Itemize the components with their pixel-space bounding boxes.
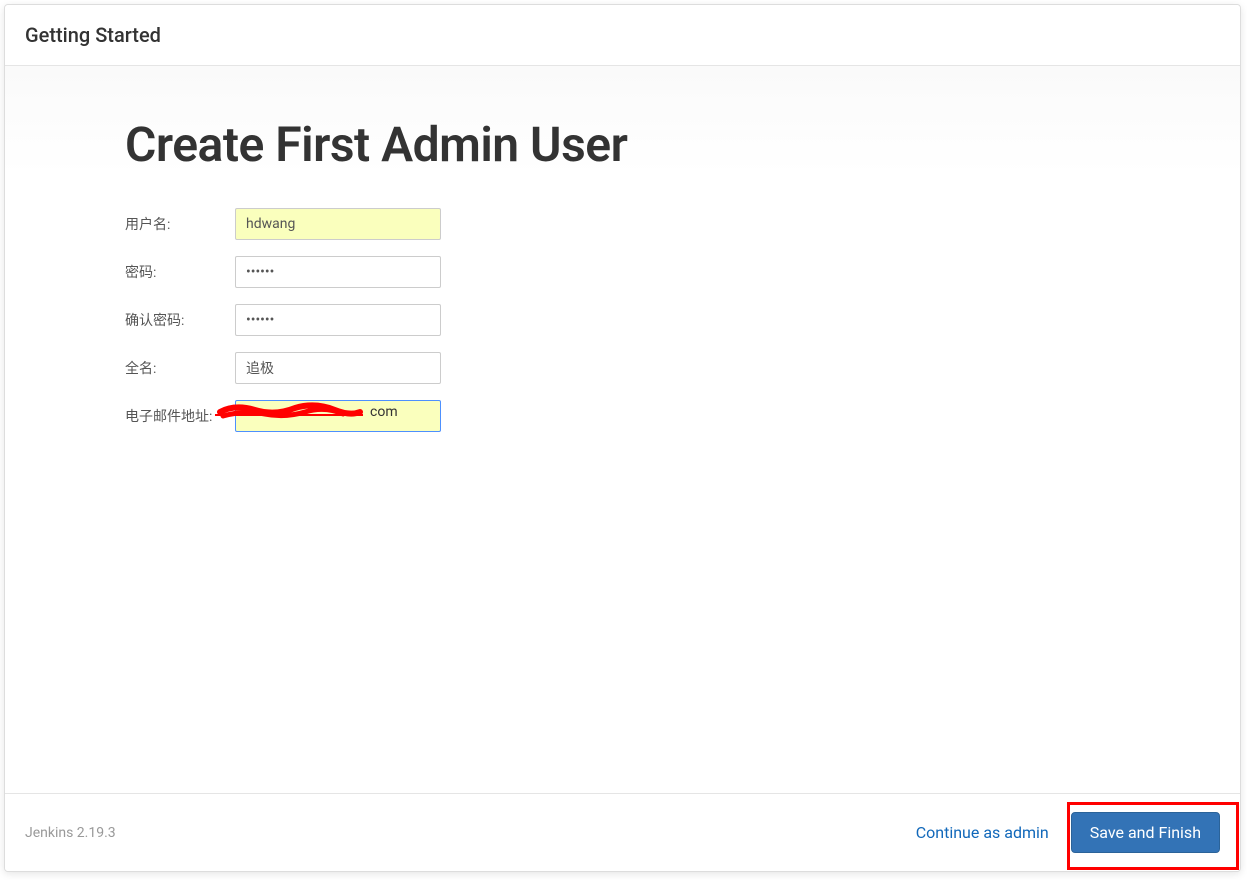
confirm-password-row: 确认密码: [125, 304, 1120, 336]
email-input[interactable] [235, 400, 441, 432]
password-row: 密码: [125, 256, 1120, 288]
password-label: 密码: [125, 262, 235, 282]
footer-actions: Continue as admin Save and Finish [912, 812, 1220, 853]
email-row: 电子邮件地址: com [125, 400, 1120, 432]
setup-wizard-modal: Getting Started Create First Admin User … [4, 4, 1241, 872]
modal-footer: Jenkins 2.19.3 Continue as admin Save an… [5, 793, 1240, 871]
header-title: Getting Started [25, 23, 1220, 47]
email-label: 电子邮件地址: [125, 406, 235, 426]
content-area: Create First Admin User 用户名: 密码: 确认密码: 全… [5, 66, 1240, 793]
modal-header: Getting Started [5, 5, 1240, 66]
fullname-row: 全名: [125, 352, 1120, 384]
save-and-finish-button[interactable]: Save and Finish [1071, 812, 1220, 853]
username-input[interactable] [235, 208, 441, 240]
confirm-password-input[interactable] [235, 304, 441, 336]
confirm-password-label: 确认密码: [125, 310, 235, 330]
fullname-input[interactable] [235, 352, 441, 384]
password-input[interactable] [235, 256, 441, 288]
username-row: 用户名: [125, 208, 1120, 240]
version-label: Jenkins 2.19.3 [25, 825, 116, 841]
username-label: 用户名: [125, 214, 235, 234]
continue-as-admin-button[interactable]: Continue as admin [912, 815, 1053, 850]
fullname-label: 全名: [125, 358, 235, 378]
page-title: Create First Admin User [125, 116, 1120, 173]
